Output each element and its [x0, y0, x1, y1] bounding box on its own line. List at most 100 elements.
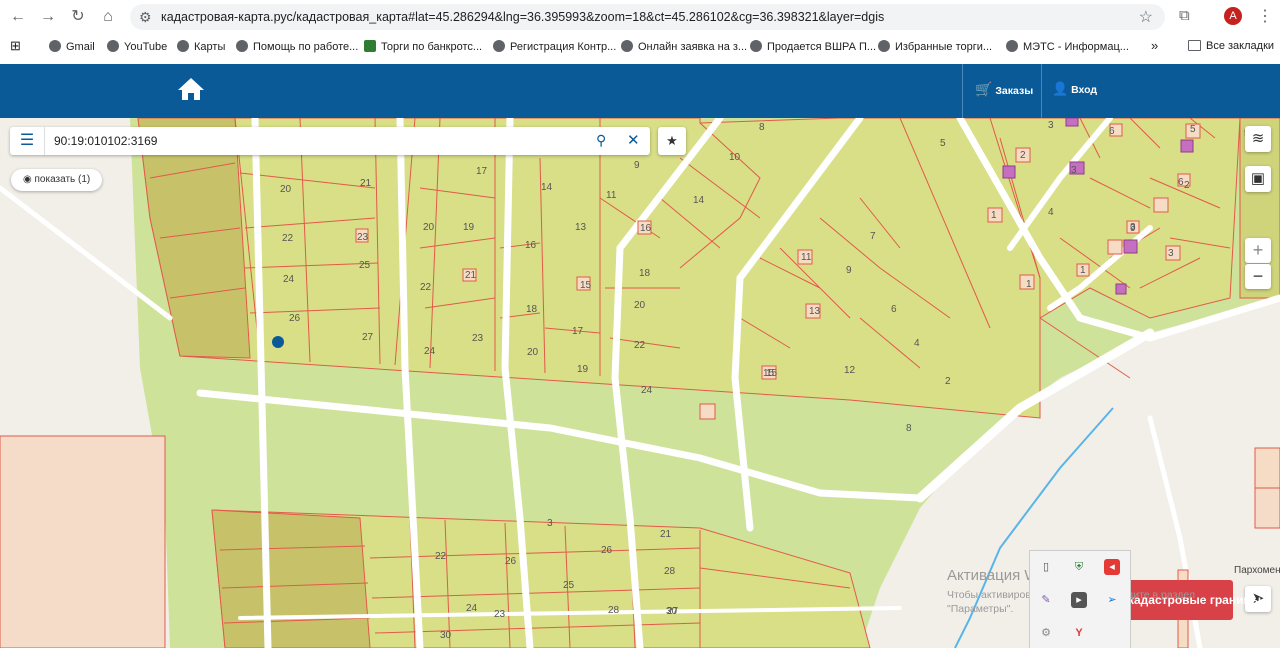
globe-icon: [493, 40, 505, 52]
parcel-number-label: 23: [472, 333, 484, 344]
parcel-number-label: 2: [1020, 150, 1026, 161]
header-divider: [1041, 64, 1042, 118]
minimap-button[interactable]: ▣: [1245, 166, 1271, 192]
parcel-number-label: 20: [280, 184, 292, 195]
bookmark-bankruptcy[interactable]: Торги по банкротс...: [364, 40, 482, 53]
reload-icon[interactable]: ↻: [68, 7, 88, 27]
parcel-number-label: 6: [891, 304, 897, 315]
settings-icon[interactable]: ⚙: [1038, 625, 1054, 641]
globe-icon: [750, 40, 762, 52]
profile-avatar[interactable]: A: [1224, 7, 1242, 25]
parcel-number-label: 4: [914, 338, 920, 349]
parcel-number-label: 3: [1168, 248, 1174, 259]
parcel-number-label: 5: [1190, 124, 1196, 135]
zoom-in-button[interactable]: +: [1245, 238, 1271, 263]
home-icon[interactable]: [177, 77, 205, 101]
cadastral-number-input[interactable]: 90:19:010102:3169: [54, 134, 157, 148]
parcel-number-label: 3: [547, 518, 553, 529]
address-bar[interactable]: ⚙ кадастровая-карта.рус/кадастровая_карт…: [130, 4, 1165, 30]
search-icon[interactable]: ⚲: [596, 132, 606, 149]
parcel-large: [0, 435, 166, 648]
telegram-icon[interactable]: ➢: [1104, 592, 1120, 608]
parcel-number-label: 16: [525, 240, 537, 251]
parcel-number-label: 8: [759, 122, 765, 133]
site-info-icon[interactable]: ⚙: [139, 9, 152, 26]
hammer-icon: [364, 40, 376, 52]
parcel-number-label: 17: [572, 326, 584, 337]
parcel-number-label: 6: [1178, 177, 1184, 188]
parcel-number-label: 17: [476, 166, 488, 177]
parcel-number-label: 22: [634, 340, 646, 351]
parcel-number-label: 10: [729, 152, 741, 163]
recorder-icon[interactable]: ◂: [1104, 559, 1120, 575]
bookmark-mets[interactable]: МЭТС - Информац...: [1006, 40, 1129, 53]
browser-chrome: ← → ↻ ⌂ ⚙ кадастровая-карта.рус/кадастро…: [0, 0, 1280, 64]
parcel-number-label: 23: [357, 232, 369, 243]
parcel-number-label: 8: [906, 423, 912, 434]
extensions-icon[interactable]: ⧉: [1179, 7, 1190, 24]
globe-icon: [49, 40, 61, 52]
parcel-number-label: 6: [1109, 126, 1115, 137]
parcel-number-label: 15: [763, 368, 775, 379]
parcel-number-label: 15: [580, 280, 592, 291]
parcel-number-label: 26: [601, 545, 613, 556]
parcel-number-label: 30: [440, 630, 452, 641]
system-tray-overflow: ▯ ⛨ ◂ ✎ ▸ ➢ ⚙ Y: [1029, 550, 1131, 648]
parcel-number-label: 22: [420, 282, 432, 293]
parcel-number-label: 25: [359, 260, 371, 271]
bookmark-favorite-auctions[interactable]: Избранные торги...: [878, 40, 992, 53]
menu-icon[interactable]: ☰: [10, 127, 45, 155]
clear-icon[interactable]: ✕: [627, 131, 640, 149]
bookmark-gmail[interactable]: Gmail: [49, 40, 95, 53]
show-results-button[interactable]: ◉ показать (1): [11, 169, 103, 191]
parcel-number-label: 11: [606, 190, 617, 201]
bookmark-youtube[interactable]: YouTube: [107, 40, 167, 53]
globe-icon: [236, 40, 248, 52]
back-icon[interactable]: ←: [8, 7, 28, 27]
folder-icon: [1188, 40, 1201, 51]
cart-icon: 🛒: [975, 81, 993, 97]
bookmark-star-icon[interactable]: ☆: [1139, 7, 1153, 27]
cadastral-map[interactable]: 20 21 22 23 24 25 26 27 20 19 17 22 21 24 23 14 16 13 18 17…: [0, 118, 1280, 648]
favorite-star-button[interactable]: ★: [658, 127, 686, 155]
pen-icon[interactable]: ✎: [1038, 592, 1054, 608]
parcel-number-label: 23: [494, 609, 506, 620]
app-icon[interactable]: ▸: [1071, 592, 1087, 608]
browser-menu-icon[interactable]: ⋮: [1257, 6, 1273, 26]
parcel-number-label: 26: [289, 313, 301, 324]
parcel-number-label: 20: [423, 222, 435, 233]
parcel-number-label: 25: [563, 580, 575, 591]
bookmark-maps[interactable]: Карты: [177, 40, 225, 53]
home-browser-icon[interactable]: ⌂: [98, 7, 118, 27]
url-text[interactable]: кадастровая-карта.рус/кадастровая_карта#…: [161, 10, 884, 24]
parcel-number-label: 12: [844, 365, 856, 376]
yandex-icon[interactable]: Y: [1071, 625, 1087, 641]
parcel-number-label: 27: [362, 332, 374, 343]
selected-parcel-marker[interactable]: [272, 336, 284, 348]
layers-button[interactable]: ≋: [1245, 126, 1271, 152]
bookmark-for-sale[interactable]: Продается ВШРА П...: [750, 40, 876, 53]
header-divider: [962, 64, 963, 118]
shield-icon[interactable]: ⛨: [1071, 559, 1087, 575]
all-bookmarks[interactable]: Все закладки: [1188, 40, 1274, 52]
cadastral-search-bar: ☰ 90:19:010102:3169 ⚲ ✕: [10, 127, 650, 155]
parcel-number-label: 1: [991, 210, 997, 221]
parcel-number-label: 21: [360, 178, 372, 189]
login-link[interactable]: 👤 Вход: [1052, 81, 1097, 97]
more-bookmarks-icon[interactable]: »: [1151, 38, 1158, 53]
parcel-number-label: 24: [641, 385, 653, 396]
apps-grid-icon[interactable]: ⊞: [10, 38, 21, 54]
parcel-number-label: 13: [575, 222, 587, 233]
parcel-number-label: 28: [608, 605, 620, 616]
forward-icon[interactable]: →: [38, 7, 58, 27]
orders-link[interactable]: 🛒 Заказы: [975, 81, 1033, 98]
bookmark-help[interactable]: Помощь по работе...: [236, 40, 358, 53]
parcel-number-label: 19: [463, 222, 475, 233]
parcel-number-label: 9: [1130, 223, 1136, 234]
usb-icon[interactable]: ▯: [1038, 559, 1054, 575]
bookmark-online-request[interactable]: Онлайн заявка на з...: [621, 40, 747, 53]
bookmark-registration[interactable]: Регистрация Контр...: [493, 40, 616, 53]
parcel-number-label: 2: [945, 376, 951, 387]
parcel-number-label: 22: [435, 551, 447, 562]
zoom-out-button[interactable]: −: [1245, 264, 1271, 289]
